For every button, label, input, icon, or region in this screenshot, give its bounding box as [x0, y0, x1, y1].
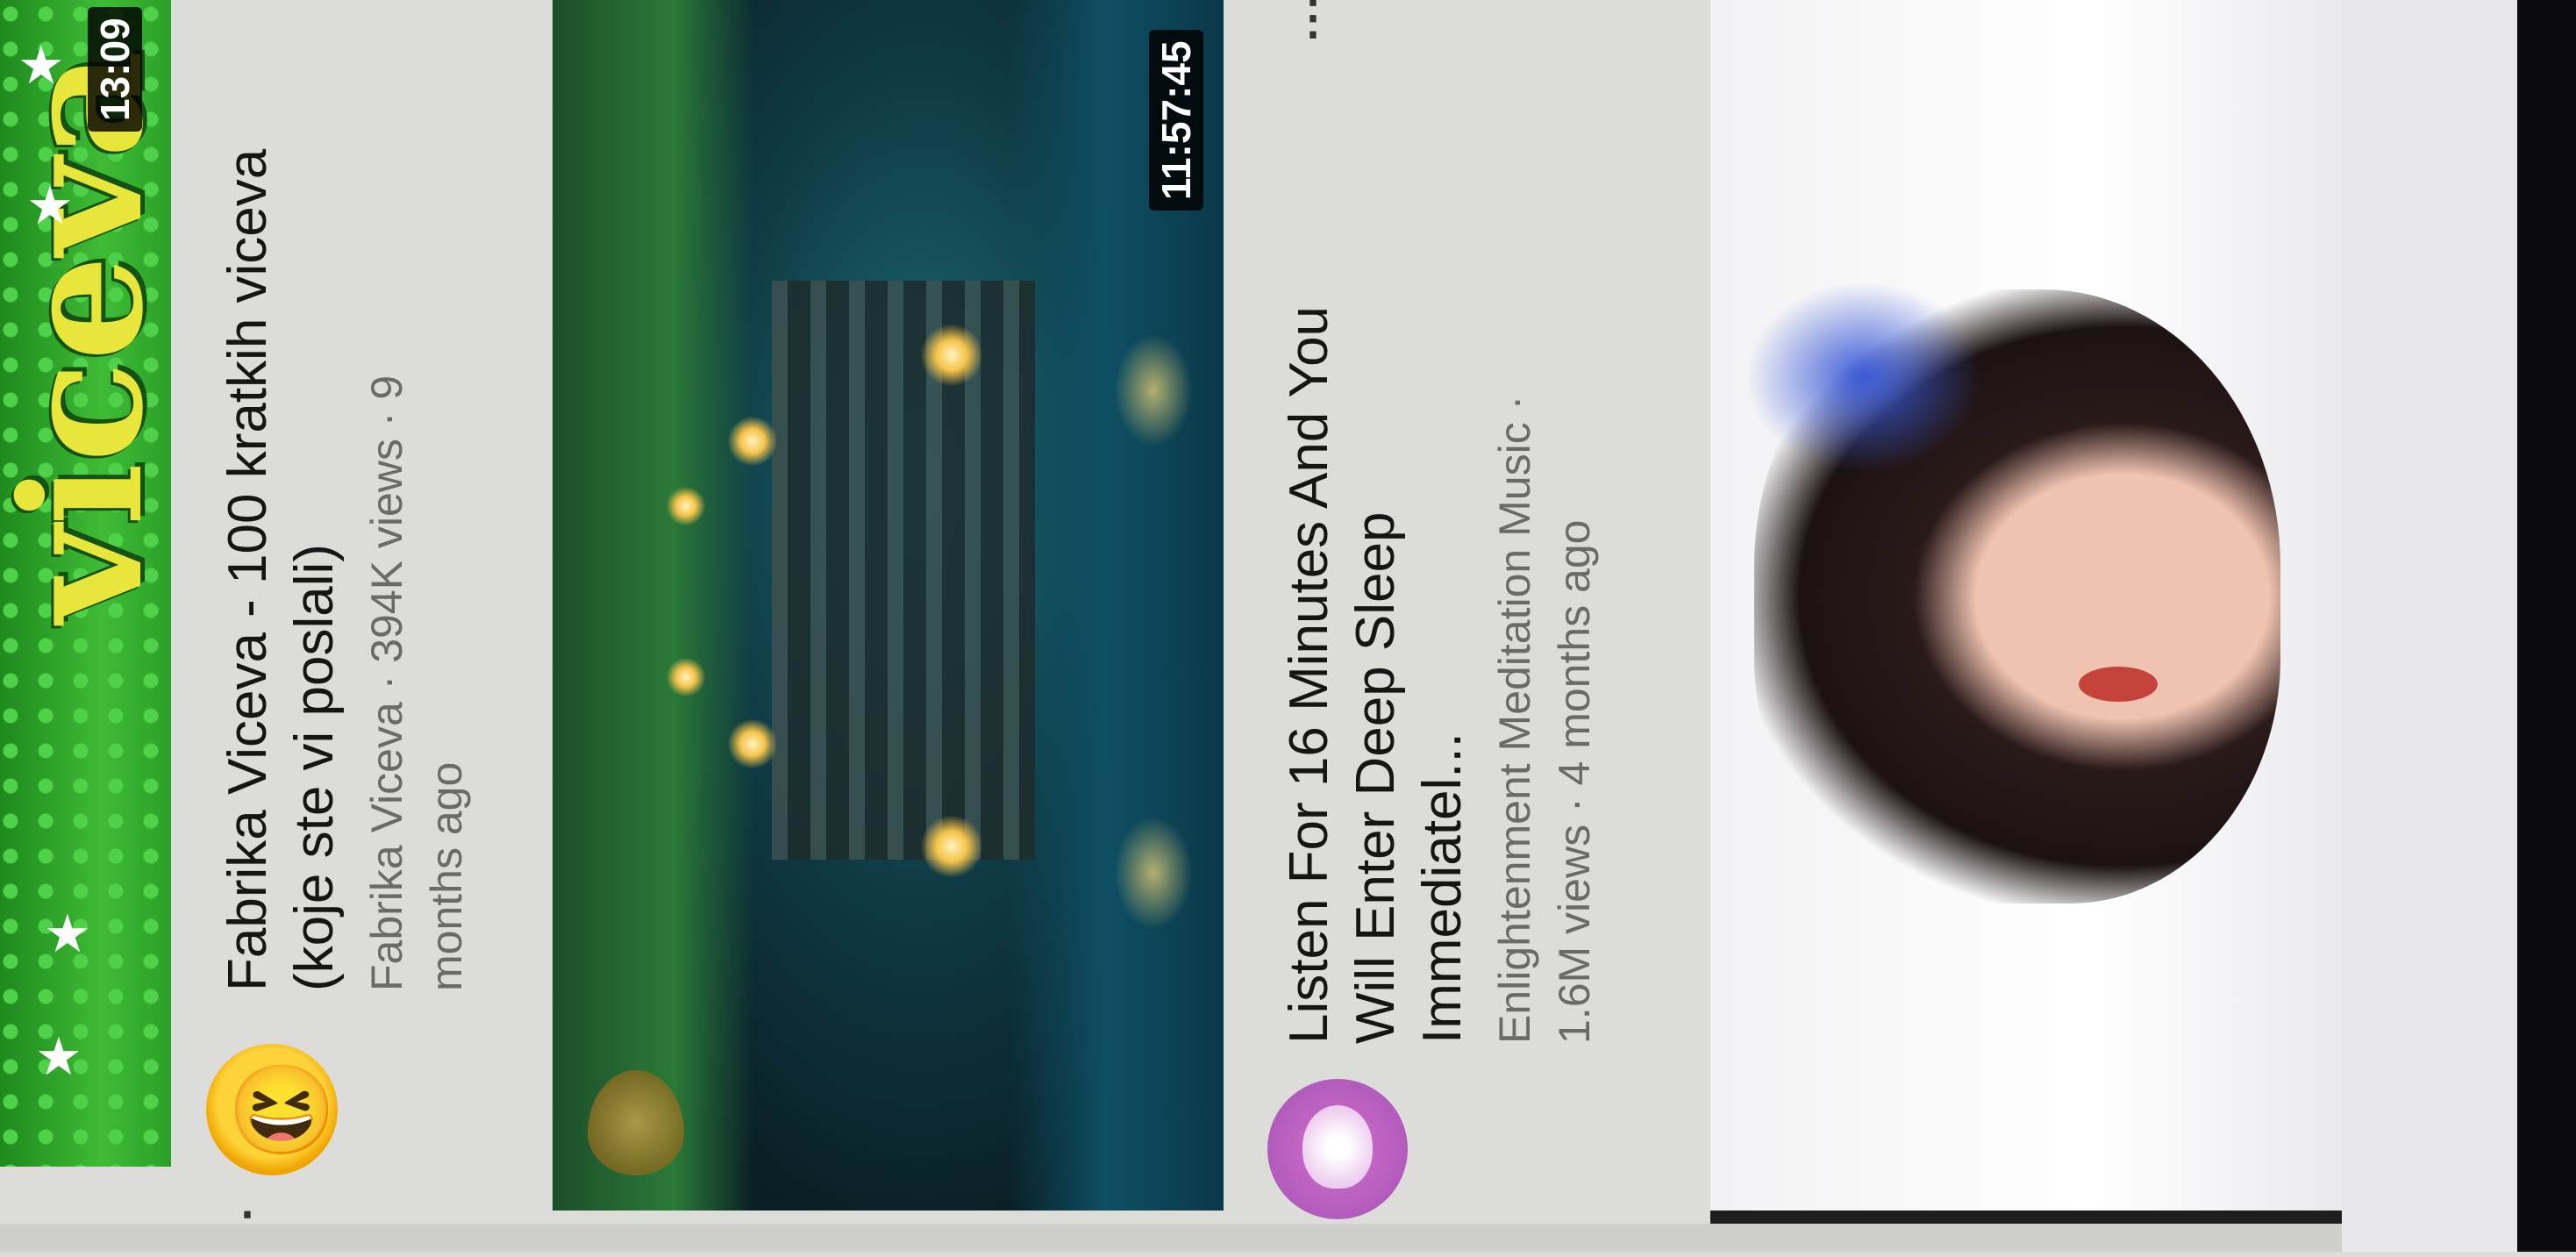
tree-logo-icon — [1302, 1105, 1373, 1189]
duration-badge: 13:09 — [88, 7, 142, 132]
laughing-emoji-icon: 😆 — [227, 1061, 337, 1160]
video-info-meditation[interactable]: Listen For 16 Minutes And You Will Enter… — [1276, 9, 1599, 1044]
video-meta: Enlightenment Meditation Music · 1.6M vi… — [1490, 395, 1599, 1044]
video-info-viceva[interactable]: Fabrika Viceva - 100 kratkih viceva (koj… — [215, 53, 471, 991]
star-icon: ★ — [35, 1027, 82, 1086]
video-thumbnail-viceva[interactable]: viceva ★ ★ ★ ★ — [0, 0, 171, 1167]
video-title[interactable]: Listen For 16 Minutes And You Will Enter… — [1276, 254, 1476, 1044]
channel-avatar-fabrika[interactable]: 😆 — [206, 1044, 338, 1175]
video-thumbnail-portrait[interactable] — [1710, 0, 2342, 1228]
video-meta: Fabrika Viceva · 394K views · 9 months a… — [362, 375, 471, 991]
star-icon: ★ — [44, 904, 91, 963]
star-icon: ★ — [26, 176, 74, 235]
star-icon: ★ — [18, 36, 65, 95]
duration-badge: 11:57:45 — [1149, 30, 1203, 211]
channel-avatar-meditation[interactable] — [1267, 1079, 1408, 1219]
video-title[interactable]: Fabrika Viceva - 100 kratkih viceva (koj… — [215, 53, 348, 991]
video-thumbnail-meditation[interactable] — [553, 0, 1224, 1211]
more-vert-icon[interactable]: ⋮ — [1289, 0, 1337, 45]
